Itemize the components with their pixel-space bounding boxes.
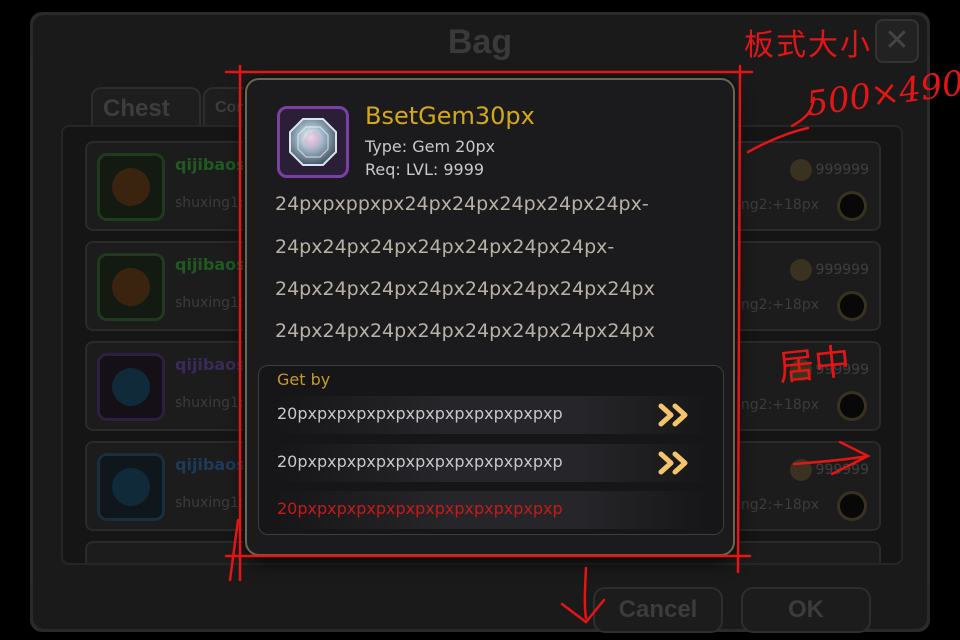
item-level-requirement: Req: LVL: 9999	[365, 160, 485, 179]
source-text: 20pxpxpxpxpxpxpxpxpxpxpxpxpxp	[277, 452, 563, 471]
ok-button[interactable]: OK	[741, 587, 871, 633]
item-icon	[97, 253, 165, 321]
item-attribute: shuxing1:	[175, 395, 244, 411]
item-attribute: shuxing1:	[175, 195, 244, 211]
item-tooltip: BsetGem30px Type: Gem 20px Req: LVL: 999…	[245, 78, 735, 556]
item-attribute-2: ing2:+18px	[737, 197, 819, 213]
item-icon	[97, 453, 165, 521]
source-text: 20pxpxpxpxpxpxpxpxpxpxpxpxpxp	[277, 404, 563, 423]
double-chevron-right-icon[interactable]	[657, 450, 691, 476]
description-line: 24px24px24px24px24px24px24px-	[275, 236, 615, 258]
source-text: 20pxpxpxpxpxpxpxpxpxpxpxpxpxp	[277, 499, 563, 518]
coin-icon	[789, 459, 812, 481]
socket-slot[interactable]	[837, 491, 867, 521]
description-line: 24px24px24px24px24px24px24px24px	[275, 278, 655, 300]
item-attribute: shuxing1:	[175, 495, 244, 511]
get-by-panel: Get by 20pxpxpxpxpxpxpxpxpxpxpxpxpxp 20p…	[258, 365, 724, 535]
item-price: 999999	[789, 459, 869, 481]
item-price: 999999	[789, 359, 869, 381]
item-name: BsetGem30px	[365, 102, 535, 130]
bag-title: Bag	[447, 23, 513, 61]
gem-icon	[289, 118, 337, 166]
item-price: 999999	[789, 159, 869, 181]
item-attribute: shuxing1:	[175, 295, 244, 311]
item-attribute-2: ing2:+18px	[737, 497, 819, 513]
description-line: 24px24px24px24px24px24px24px24px	[275, 320, 655, 342]
close-button[interactable]: ✕	[875, 19, 919, 63]
item-type: Type: Gem 20px	[365, 137, 496, 156]
source-row[interactable]: 20pxpxpxpxpxpxpxpxpxpxpxpxpxp	[273, 396, 711, 434]
cancel-button[interactable]: Cancel	[593, 587, 723, 633]
socket-slot[interactable]	[837, 391, 867, 421]
tab-chest[interactable]: Chest	[91, 87, 201, 127]
corner-ornament	[30, 582, 80, 632]
source-row[interactable]: 20pxpxpxpxpxpxpxpxpxpxpxpxpxp	[273, 444, 711, 482]
get-by-label: Get by	[277, 370, 331, 389]
source-row-unavailable: 20pxpxpxpxpxpxpxpxpxpxpxpxpxp	[273, 491, 711, 529]
coin-icon	[789, 259, 812, 281]
description-line: 24pxpxppxpx24px24px24px24px24px-	[275, 193, 649, 215]
corner-ornament	[880, 582, 930, 632]
coin-icon	[789, 359, 812, 381]
item-price: 999999	[789, 259, 869, 281]
socket-slot[interactable]	[837, 291, 867, 321]
tab-label: Chest	[103, 95, 170, 122]
item-icon	[97, 153, 165, 221]
item-icon	[97, 353, 165, 421]
item-attribute-2: ing2:+18px	[737, 297, 819, 313]
double-chevron-right-icon[interactable]	[657, 402, 691, 428]
gem-icon-frame	[277, 106, 349, 178]
close-icon: ✕	[884, 23, 910, 58]
coin-icon	[789, 159, 812, 181]
socket-slot[interactable]	[837, 191, 867, 221]
item-attribute-2: ing2:+18px	[737, 397, 819, 413]
